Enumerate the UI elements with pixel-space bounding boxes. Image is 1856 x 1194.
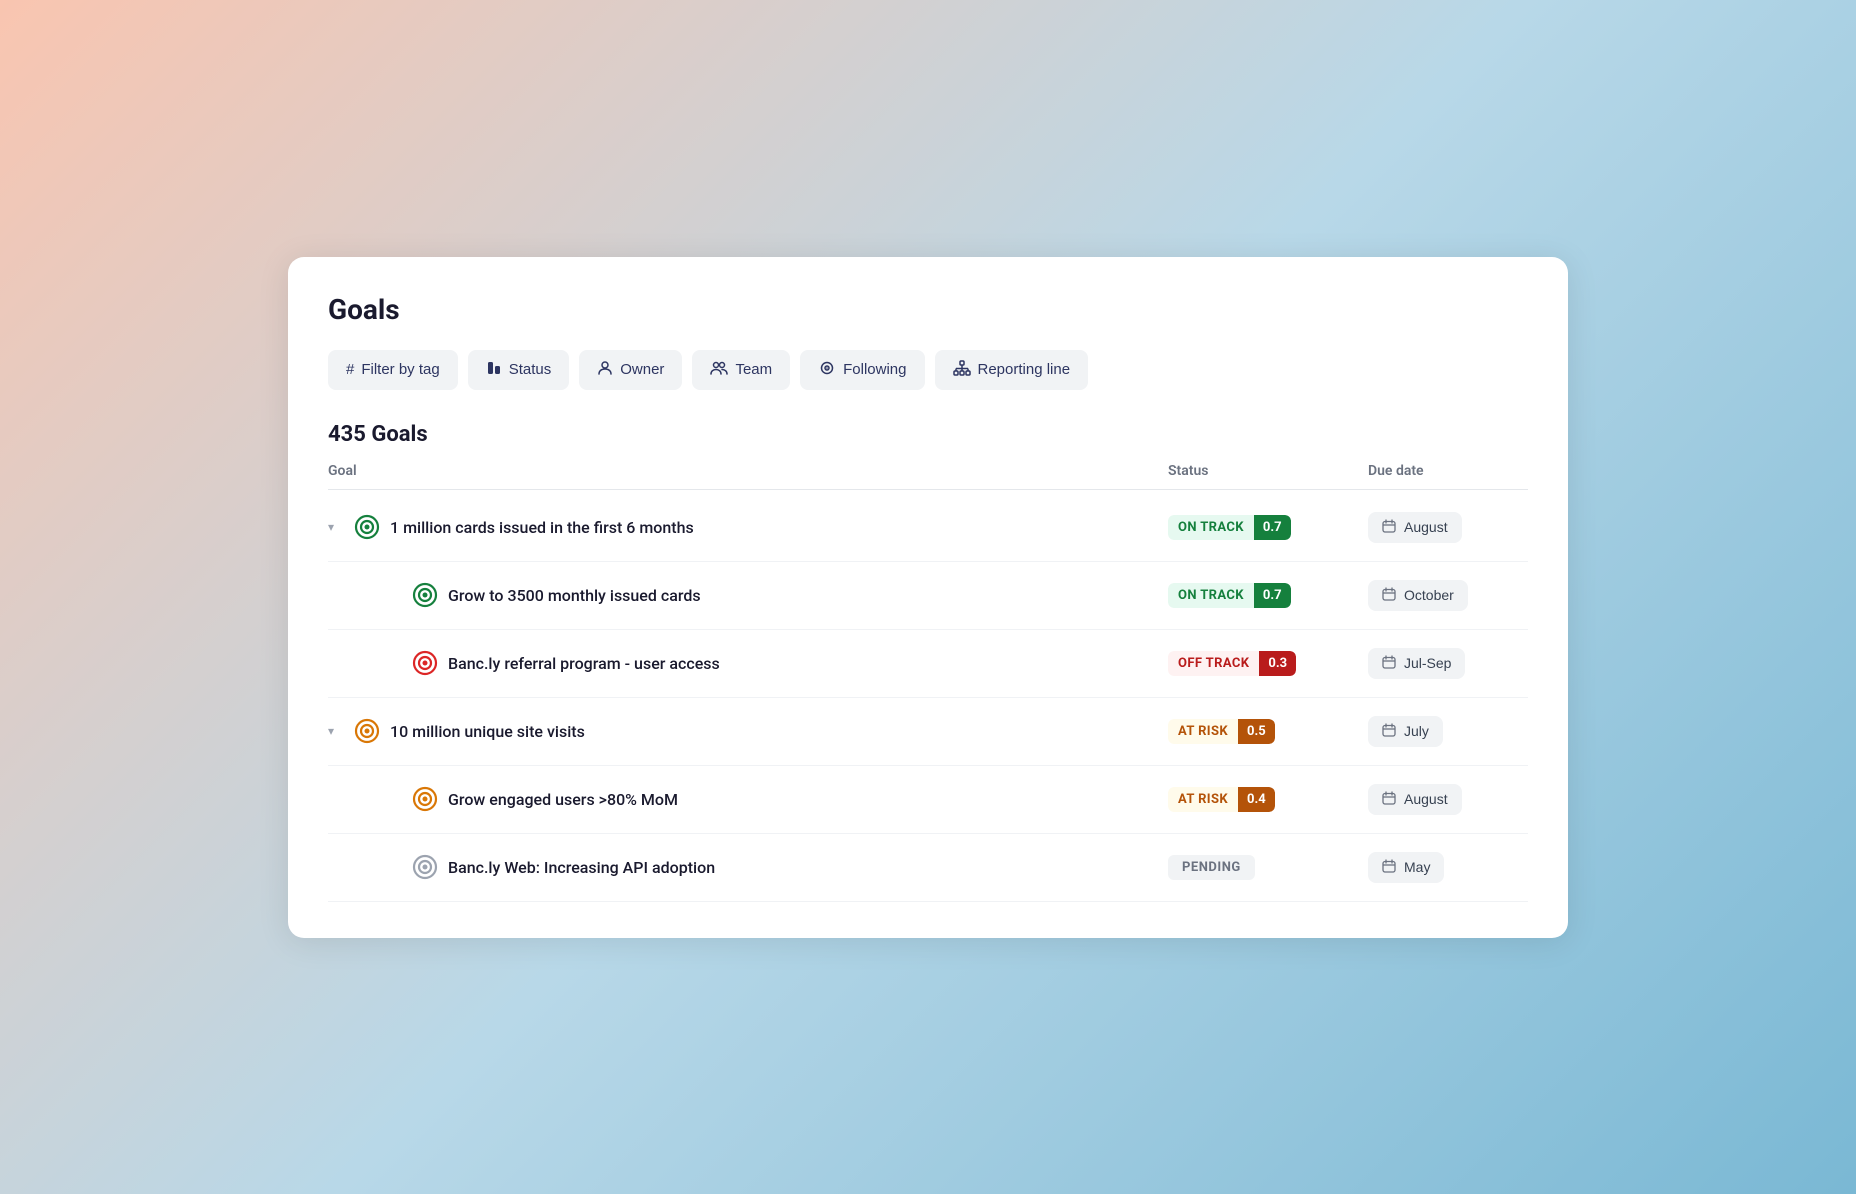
goal-text: Grow engaged users >80% MoM xyxy=(448,790,678,809)
status-score: 0.5 xyxy=(1238,719,1275,744)
status-cell: ON TRACK 0.7 xyxy=(1168,583,1368,608)
due-date-cell: May xyxy=(1368,852,1528,883)
goal-icon xyxy=(354,514,380,540)
table-row: ▾ Grow to 3500 monthly issued cards ON T… xyxy=(328,562,1528,630)
goal-name-cell: ▾ 1 million cards issued in the first 6 … xyxy=(328,514,1168,540)
due-date-button[interactable]: August xyxy=(1368,512,1462,543)
status-badge: PENDING xyxy=(1168,855,1255,880)
col-goal-header: Goal xyxy=(328,463,1168,479)
calendar-icon xyxy=(1382,723,1396,740)
goal-icon xyxy=(412,650,438,676)
due-date-button[interactable]: Jul-Sep xyxy=(1368,648,1465,679)
goal-text: Grow to 3500 monthly issued cards xyxy=(448,586,701,605)
status-icon xyxy=(486,360,502,380)
hash-icon: # xyxy=(346,361,354,378)
goals-count: 435 Goals xyxy=(328,422,1528,447)
team-icon xyxy=(710,360,728,380)
status-cell: AT RISK 0.4 xyxy=(1168,787,1368,812)
due-date-cell: October xyxy=(1368,580,1528,611)
due-date-text: August xyxy=(1404,791,1448,807)
calendar-icon xyxy=(1382,791,1396,808)
following-filter-button[interactable]: Following xyxy=(800,350,924,390)
following-icon xyxy=(818,360,836,380)
status-score: 0.3 xyxy=(1259,651,1296,676)
owner-icon xyxy=(597,360,613,380)
status-cell: ON TRACK 0.7 xyxy=(1168,515,1368,540)
due-date-cell: August xyxy=(1368,784,1528,815)
status-badge: OFF TRACK 0.3 xyxy=(1168,651,1296,676)
status-badge: AT RISK 0.4 xyxy=(1168,787,1275,812)
calendar-icon xyxy=(1382,519,1396,536)
status-score: 0.4 xyxy=(1238,787,1275,812)
goal-text: Banc.ly referral program - user access xyxy=(448,654,720,673)
col-due-header: Due date xyxy=(1368,463,1528,479)
goal-text: Banc.ly Web: Increasing API adoption xyxy=(448,858,715,877)
team-filter-button[interactable]: Team xyxy=(692,350,790,390)
table-row: ▾ Banc.ly Web: Increasing API adoption P… xyxy=(328,834,1528,902)
filter-by-tag-button[interactable]: # Filter by tag xyxy=(328,350,458,390)
col-status-header: Status xyxy=(1168,463,1368,479)
status-badge: ON TRACK 0.7 xyxy=(1168,515,1291,540)
due-date-button[interactable]: May xyxy=(1368,852,1444,883)
due-date-cell: Jul-Sep xyxy=(1368,648,1528,679)
status-badge: AT RISK 0.5 xyxy=(1168,719,1275,744)
status-badge: ON TRACK 0.7 xyxy=(1168,583,1291,608)
goal-icon xyxy=(412,786,438,812)
calendar-icon xyxy=(1382,587,1396,604)
due-date-text: October xyxy=(1404,587,1454,603)
goals-list: ▾ 1 million cards issued in the first 6 … xyxy=(328,494,1528,902)
table-row: ▾ Grow engaged users >80% MoM AT RISK 0.… xyxy=(328,766,1528,834)
table-row: ▾ 1 million cards issued in the first 6 … xyxy=(328,494,1528,562)
status-label: AT RISK xyxy=(1168,787,1238,812)
goal-name-cell: ▾ Grow engaged users >80% MoM xyxy=(328,786,1168,812)
table-header: Goal Status Due date xyxy=(328,463,1528,490)
reporting-line-filter-button[interactable]: Reporting line xyxy=(935,350,1089,390)
status-score: 0.7 xyxy=(1254,515,1291,540)
due-date-text: Jul-Sep xyxy=(1404,655,1451,671)
page-title: Goals xyxy=(328,293,1528,326)
due-date-text: May xyxy=(1404,859,1430,875)
status-cell: AT RISK 0.5 xyxy=(1168,719,1368,744)
calendar-icon xyxy=(1382,859,1396,876)
owner-filter-button[interactable]: Owner xyxy=(579,350,682,390)
goal-text: 10 million unique site visits xyxy=(390,722,585,741)
status-label: ON TRACK xyxy=(1168,583,1254,608)
reporting-line-icon xyxy=(953,360,971,380)
goal-icon xyxy=(412,854,438,880)
goal-name-cell: ▾ Banc.ly Web: Increasing API adoption xyxy=(328,854,1168,880)
due-date-button[interactable]: August xyxy=(1368,784,1462,815)
due-date-cell: August xyxy=(1368,512,1528,543)
status-cell: OFF TRACK 0.3 xyxy=(1168,651,1368,676)
due-date-text: July xyxy=(1404,723,1429,739)
filter-bar: # Filter by tag Status Owner xyxy=(328,350,1528,390)
table-row: ▾ Banc.ly referral program - user access… xyxy=(328,630,1528,698)
due-date-button[interactable]: October xyxy=(1368,580,1468,611)
goal-icon xyxy=(354,718,380,744)
table-row: ▾ 10 million unique site visits AT RISK … xyxy=(328,698,1528,766)
goal-name-cell: ▾ 10 million unique site visits xyxy=(328,718,1168,744)
status-filter-button[interactable]: Status xyxy=(468,350,570,390)
calendar-icon xyxy=(1382,655,1396,672)
chevron-icon: ▾ xyxy=(328,724,344,738)
status-label: AT RISK xyxy=(1168,719,1238,744)
chevron-icon: ▾ xyxy=(328,520,344,534)
due-date-cell: July xyxy=(1368,716,1528,747)
goal-icon xyxy=(412,582,438,608)
goal-name-cell: ▾ Banc.ly referral program - user access xyxy=(328,650,1168,676)
goal-text: 1 million cards issued in the first 6 mo… xyxy=(390,518,694,537)
status-score: 0.7 xyxy=(1254,583,1291,608)
due-date-button[interactable]: July xyxy=(1368,716,1443,747)
status-label: ON TRACK xyxy=(1168,515,1254,540)
due-date-text: August xyxy=(1404,519,1448,535)
goal-name-cell: ▾ Grow to 3500 monthly issued cards xyxy=(328,582,1168,608)
goals-card: Goals # Filter by tag Status Owner xyxy=(288,257,1568,938)
status-label: OFF TRACK xyxy=(1168,651,1259,676)
status-cell: PENDING xyxy=(1168,855,1368,880)
